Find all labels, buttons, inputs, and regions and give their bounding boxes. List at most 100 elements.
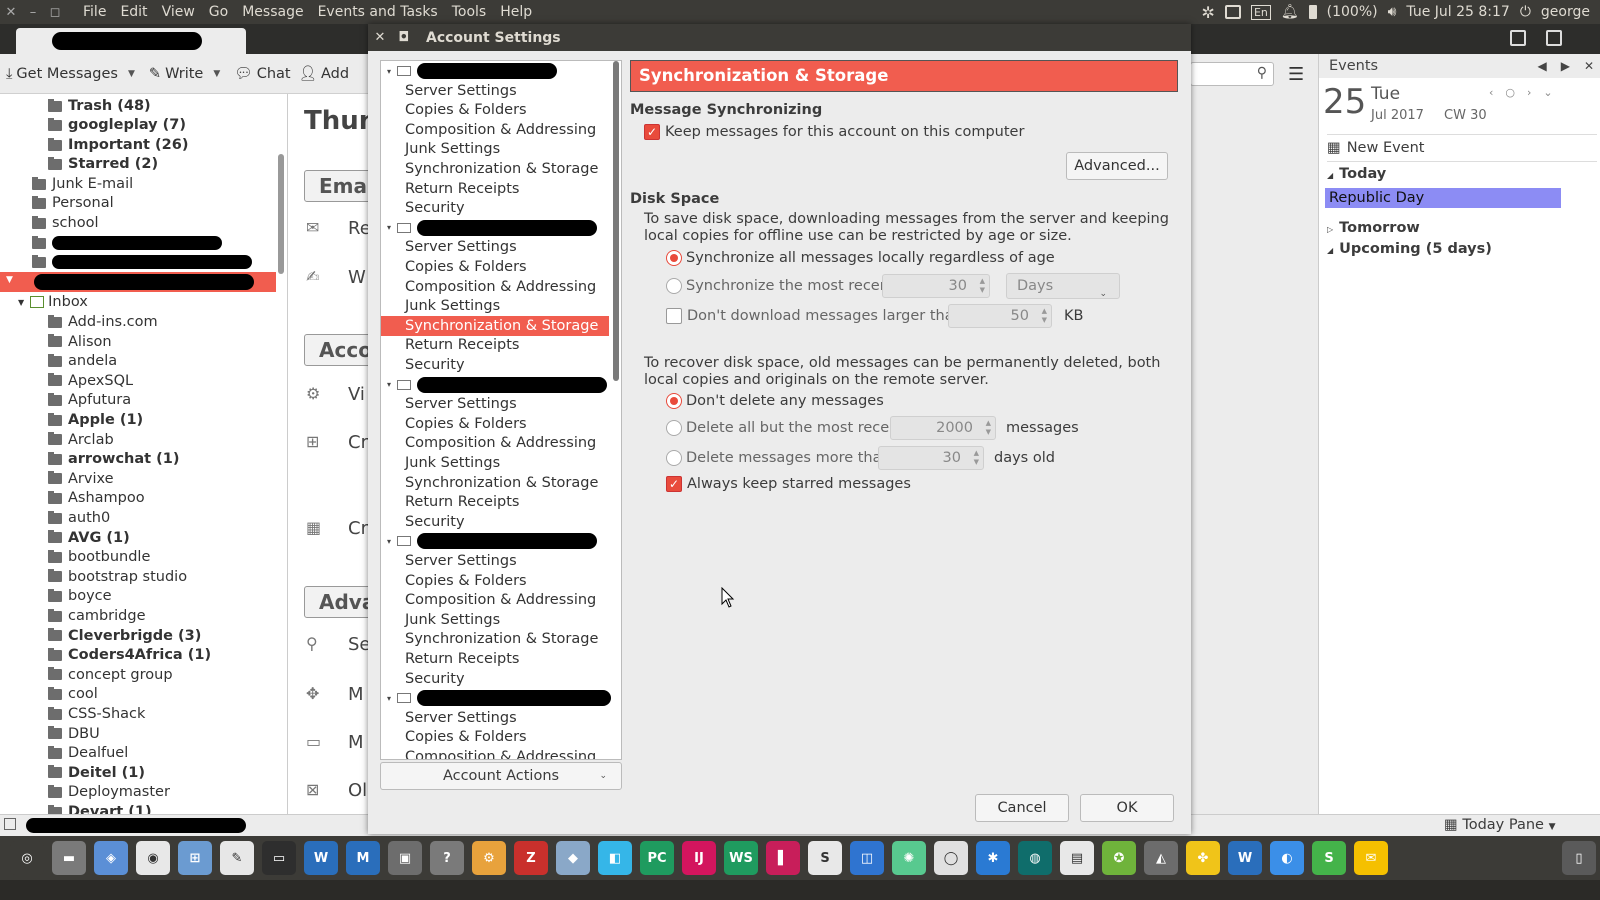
pycharm-icon[interactable]: PC (640, 841, 674, 875)
sublime-icon[interactable]: S (808, 841, 842, 875)
sync-all-option[interactable]: Synchronize all messages locally regardl… (666, 250, 1055, 266)
search-messages-link[interactable]: Se (348, 634, 368, 655)
folder-item[interactable]: Coders4Africa (1) (48, 645, 211, 665)
delete-more-than-option[interactable]: Delete messages more than (666, 450, 891, 466)
wps-writer-icon[interactable]: W (304, 841, 338, 875)
calendar-tab-icon[interactable] (1510, 30, 1526, 46)
account-tree-item[interactable]: Security (381, 198, 609, 218)
maximize-window-icon[interactable]: ◻ (44, 5, 66, 20)
sync-all-radio[interactable] (666, 250, 682, 266)
inbox-folder[interactable]: ▼ Inbox (18, 292, 88, 312)
search-input[interactable]: ⚲ (1190, 62, 1274, 86)
folder-item[interactable]: cool (48, 684, 98, 704)
folder-item[interactable]: Add-ins.com (48, 312, 158, 332)
username[interactable]: george (1541, 4, 1590, 20)
folder-item[interactable]: andela (48, 351, 117, 371)
folder-item[interactable]: Apfutura (48, 390, 131, 410)
battery-icon[interactable] (1308, 5, 1317, 19)
wps-math-icon[interactable]: M (346, 841, 380, 875)
account-tree-item[interactable]: Copies & Folders (381, 257, 609, 277)
dont-download-stepper[interactable]: 50 ▲ ▼ (948, 304, 1052, 328)
folder-item-redacted[interactable] (32, 252, 252, 272)
editor-icon[interactable]: ✎ (220, 841, 254, 875)
folder-item[interactable]: googleplay (7) (48, 115, 186, 135)
account-tree-item[interactable]: Copies & Folders (381, 727, 609, 747)
chrome-icon[interactable]: ◉ (136, 841, 170, 875)
new-event-button[interactable]: ▦ New Event (1327, 134, 1597, 162)
folder-item[interactable]: Important (26) (48, 135, 188, 155)
ok-button[interactable]: OK (1080, 794, 1174, 822)
folder-item[interactable]: Arvixe (48, 469, 114, 489)
dont-delete-radio[interactable] (666, 393, 682, 409)
vscode-icon[interactable]: ✱ (976, 841, 1010, 875)
mail-icon[interactable]: ✉ (1354, 841, 1388, 875)
notification-bell-icon[interactable]: 🔔︎ (1281, 4, 1299, 20)
write-message-link[interactable]: W (348, 267, 366, 288)
stepper-arrows-icon[interactable]: ▲ ▼ (1042, 307, 1047, 325)
folder-scrollbar[interactable] (278, 154, 284, 274)
webstorm-icon[interactable]: WS (724, 841, 758, 875)
delete-all-but-stepper[interactable]: 2000 ▲ ▼ (890, 416, 996, 440)
tasks-tab-icon[interactable] (1546, 30, 1562, 46)
menu-message[interactable]: Message (235, 4, 310, 20)
settings-gear-icon[interactable]: ✲ (1202, 3, 1215, 22)
folder-item[interactable]: Apple (1) (48, 410, 143, 430)
create-account-link[interactable]: Cr (348, 432, 368, 453)
intellij-icon[interactable]: IJ (682, 841, 716, 875)
account-actions-button[interactable]: Account Actions ⌄ (380, 762, 622, 790)
clock[interactable]: Tue Jul 25 8:17 (1406, 4, 1509, 20)
account-tree-item[interactable]: Server Settings (381, 394, 609, 414)
network-icon[interactable]: ◭ (1144, 841, 1178, 875)
create-calendar-link[interactable]: Cr (348, 518, 368, 539)
account-tree-item[interactable]: Return Receipts (381, 179, 609, 199)
folder-item[interactable]: CSS-Shack (48, 704, 145, 724)
today-group[interactable]: ◢ Today (1327, 166, 1386, 182)
previous-arrow-icon[interactable]: ◀ (1537, 59, 1546, 73)
help-icon[interactable]: ? (430, 841, 464, 875)
folder-item[interactable]: AVG (1) (48, 528, 130, 548)
sublime-2-icon[interactable]: S (1312, 841, 1346, 875)
account-tree-node[interactable]: ▾ (381, 375, 611, 395)
account-tree-item[interactable]: Server Settings (381, 237, 609, 257)
account-tree-item[interactable]: Server Settings (381, 551, 609, 571)
account-tree-item[interactable]: Composition & Addressing (381, 590, 609, 610)
folder-item[interactable]: Alison (48, 332, 112, 352)
keep-messages-checkbox[interactable]: ✓ (644, 124, 660, 140)
collapse-triangle-icon[interactable]: ▾ (381, 537, 397, 546)
selected-account-row[interactable]: ▼ (0, 272, 276, 292)
today-circle-icon[interactable]: ○ (1505, 86, 1515, 99)
vm-icon[interactable]: ▣ (388, 841, 422, 875)
box-icon[interactable]: ◆ (556, 841, 590, 875)
gitkraken-icon[interactable]: ▌ (766, 841, 800, 875)
image-viewer-icon[interactable]: ◈ (94, 841, 128, 875)
folder-item[interactable]: Trash (48) (48, 96, 151, 116)
manage-filters-link[interactable]: M (348, 684, 364, 705)
delete-all-but-option[interactable]: Delete all but the most recent (666, 420, 904, 436)
dont-delete-option[interactable]: Don't delete any messages (666, 393, 884, 409)
collapse-triangle-icon[interactable]: ▾ (381, 223, 397, 232)
folder-item[interactable]: boyce (48, 586, 112, 606)
android-studio-icon[interactable]: ✪ (1102, 841, 1136, 875)
ubuntu-dash-icon[interactable]: ◎ (10, 841, 44, 875)
offline-settings-link[interactable]: Ol (348, 780, 367, 801)
account-tree-item[interactable]: Composition & Addressing (381, 277, 609, 297)
folder-item[interactable]: Deploymaster (48, 782, 170, 802)
account-tree-item[interactable]: Junk Settings (381, 610, 609, 630)
folder-item[interactable]: cambridge (48, 606, 146, 626)
account-tree-item[interactable]: Composition & Addressing (381, 433, 609, 453)
close-window-icon[interactable]: ✕ (0, 5, 22, 20)
keyboard-layout-indicator[interactable]: En (1250, 4, 1271, 20)
collapse-triangle-icon[interactable]: ▾ (381, 67, 397, 76)
collapse-triangle-icon[interactable]: ▼ (6, 275, 13, 285)
folder-item-redacted[interactable] (32, 233, 222, 253)
manage-folders-link[interactable]: M (348, 732, 364, 753)
folder-item[interactable]: concept group (48, 665, 173, 685)
folder-item[interactable]: Cleverbrigde (3) (48, 626, 201, 646)
account-tree-item[interactable]: Junk Settings (381, 139, 609, 159)
sync-recent-unit-select[interactable]: Days ⌄ (1006, 273, 1120, 299)
sync-recent-stepper[interactable]: 30 ▲ ▼ (882, 274, 990, 298)
tomorrow-group[interactable]: ▷ Tomorrow (1327, 220, 1420, 236)
get-messages-button[interactable]: ⤓ Get Messages (6, 66, 118, 82)
folder-item[interactable]: Deitel (1) (48, 763, 145, 783)
chevron-down-icon[interactable]: ▼ (213, 69, 220, 79)
